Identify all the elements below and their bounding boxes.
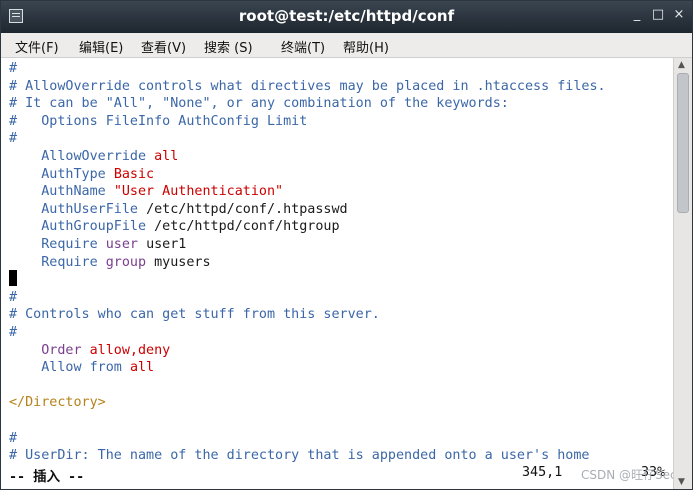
terminal-text: # <box>9 289 18 305</box>
terminal-text: # <box>9 430 18 446</box>
terminal-line: # AllowOverride controls what directives… <box>9 78 606 95</box>
terminal-text: group <box>105 254 155 270</box>
terminal-text: # UserDir: The name of the directory tha… <box>9 448 590 464</box>
terminal-line: Order allow,deny <box>9 342 170 359</box>
terminal-line: AuthName "User Authentication" <box>9 183 283 200</box>
terminal-text: # <box>9 325 18 340</box>
terminal-line: AllowOverride all <box>9 148 178 165</box>
terminal-text: AuthName <box>9 184 114 200</box>
terminal-line: AuthUserFile /etc/httpd/conf/.htpasswd <box>9 201 348 218</box>
vim-mode-indicator: -- 插入 -- <box>9 470 85 485</box>
text-cursor <box>9 270 17 286</box>
menu-bar: 文件(F) 编辑(E) 查看(V) 搜索 (S) 终端(T) 帮助(H) <box>1 33 692 58</box>
terminal-line: # <box>9 130 17 147</box>
menu-search[interactable]: 搜索 (S) <box>204 37 253 56</box>
scroll-up-icon[interactable]: ▲ <box>678 60 685 70</box>
terminal-text: /etc/httpd/conf/htgroup <box>154 219 340 235</box>
watermark: CSDN @旺仔Sec <box>581 468 677 482</box>
menu-view[interactable]: 查看(V) <box>141 37 186 56</box>
terminal-text: myusers <box>154 254 211 270</box>
terminal-line: # <box>9 60 17 77</box>
terminal-line: AuthType Basic <box>9 166 154 183</box>
terminal-text: all <box>154 149 179 164</box>
terminal-text: # Options FileInfo AuthConfig Limit <box>9 113 308 129</box>
terminal-text: AuthUserFile <box>9 201 147 217</box>
terminal-text: "User Authentication" <box>113 184 284 200</box>
terminal-text: # AllowOverride controls what directives… <box>9 78 606 94</box>
terminal-text: Require <box>9 254 106 270</box>
terminal-line: AuthGroupFile /etc/httpd/conf/htgroup <box>9 218 340 235</box>
window-title: root@test:/etc/httpd/conf <box>238 7 455 25</box>
terminal-line: Require user user1 <box>9 236 186 253</box>
terminal-text: AuthGroupFile <box>9 219 155 235</box>
terminal-text: # Controls who can get stuff from this s… <box>9 307 380 323</box>
terminal-line: </Directory> <box>9 394 106 411</box>
scrollbar-thumb[interactable] <box>677 73 689 213</box>
terminal-text: # It can be "All", "None", or any combin… <box>9 96 509 112</box>
maximize-button[interactable]: □ <box>650 7 666 22</box>
title-bar[interactable]: root@test:/etc/httpd/conf _ □ × <box>1 1 692 33</box>
menu-file[interactable]: 文件(F) <box>15 37 59 56</box>
terminal-line: # It can be "All", "None", or any combin… <box>9 95 509 112</box>
terminal-window: root@test:/etc/httpd/conf _ □ × 文件(F) 编辑… <box>0 0 693 490</box>
terminal-text: allow,deny <box>89 342 171 358</box>
minimize-button[interactable]: _ <box>629 7 645 22</box>
terminal-text: /etc/httpd/conf/.htpasswd <box>146 201 348 217</box>
terminal-text: user <box>105 237 147 252</box>
terminal-text: </Directory> <box>9 395 106 411</box>
terminal-text: AllowOverride <box>9 149 155 164</box>
terminal-text: all <box>129 360 155 376</box>
terminal-text: user1 <box>146 237 187 252</box>
vertical-scrollbar[interactable]: ▲ ▼ <box>673 58 692 489</box>
terminal-text: # <box>9 131 18 147</box>
terminal-text: Order <box>9 342 90 358</box>
menu-edit[interactable]: 编辑(E) <box>79 37 123 56</box>
terminal-text: Basic <box>113 166 155 182</box>
terminal-text: AuthType <box>9 166 114 182</box>
menu-help[interactable]: 帮助(H) <box>343 37 389 56</box>
terminal-text: # <box>9 61 18 76</box>
terminal-line: # <box>9 430 17 447</box>
close-button[interactable]: × <box>671 7 687 22</box>
terminal-line: # Options FileInfo AuthConfig Limit <box>9 113 307 130</box>
terminal-line: # UserDir: The name of the directory tha… <box>9 447 589 464</box>
scroll-down-icon[interactable]: ▼ <box>678 477 685 487</box>
terminal-line: Allow from all <box>9 359 154 376</box>
terminal-text: Allow from <box>9 360 130 376</box>
terminal-text: Require <box>9 237 106 252</box>
cursor-position: 345,1 <box>522 465 563 480</box>
menu-terminal[interactable]: 终端(T) <box>281 37 325 56</box>
terminal-line: Require group myusers <box>9 254 211 271</box>
terminal-content[interactable]: -- 插入 -- 345,1 33% CSDN @旺仔Sec # # AllowO… <box>1 58 677 489</box>
terminal-line: # <box>9 289 17 306</box>
terminal-line: # Controls who can get stuff from this s… <box>9 306 380 323</box>
terminal-line: # <box>9 324 17 341</box>
